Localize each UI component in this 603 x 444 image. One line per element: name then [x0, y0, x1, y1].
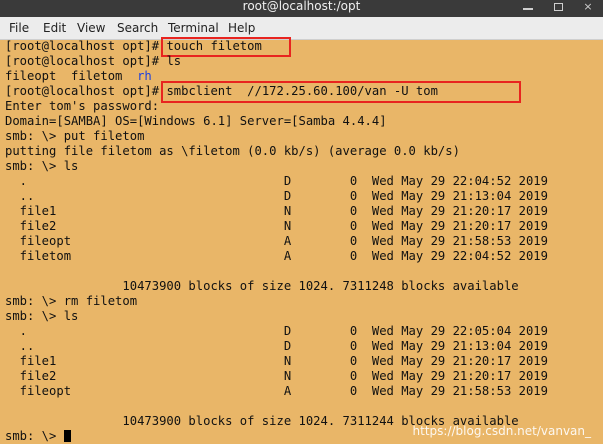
close-button[interactable]: × [573, 0, 603, 13]
output-text: .. D 0 Wed May 29 21:13:04 2019 [5, 189, 548, 203]
minimize-button[interactable] [513, 0, 543, 13]
terminal-line: fileopt filetom rh [5, 69, 152, 84]
output-text: smb: \> [5, 429, 64, 443]
close-icon: × [583, 0, 593, 13]
output-text: smb: \> put filetom [5, 129, 145, 143]
terminal-line: smb: \> [5, 429, 71, 444]
terminal-line: 10473900 blocks of size 1024. 7311248 bl… [5, 279, 519, 294]
output-text: filetom A 0 Wed May 29 22:04:52 2019 [5, 249, 548, 263]
terminal-line: file2 N 0 Wed May 29 21:20:17 2019 [5, 369, 548, 384]
terminal-line: file2 N 0 Wed May 29 21:20:17 2019 [5, 219, 548, 234]
terminal-line: smb: \> ls [5, 309, 78, 324]
terminal-line: Domain=[SAMBA] OS=[Windows 6.1] Server=[… [5, 114, 387, 129]
output-text: file2 N 0 Wed May 29 21:20:17 2019 [5, 369, 548, 383]
terminal-line: filetom A 0 Wed May 29 22:04:52 2019 [5, 249, 548, 264]
output-text: Enter tom's password: [5, 99, 160, 113]
shell-command: ls [166, 54, 182, 68]
terminal-line: 10473900 blocks of size 1024. 7311244 bl… [5, 414, 519, 429]
shell-prompt: [root@localhost opt]# [5, 39, 167, 53]
output-text: fileopt A 0 Wed May 29 21:58:53 2019 [5, 384, 548, 398]
output-text: . D 0 Wed May 29 22:04:52 2019 [5, 174, 548, 188]
maximize-icon [553, 2, 563, 11]
minimize-icon [523, 7, 533, 10]
output-text: file1 N 0 Wed May 29 21:20:17 2019 [5, 204, 548, 218]
menu-view[interactable]: View [77, 21, 105, 35]
terminal-line: .. D 0 Wed May 29 21:13:04 2019 [5, 189, 548, 204]
ls-directory-entry: rh [137, 69, 152, 83]
terminal-line: fileopt A 0 Wed May 29 21:58:53 2019 [5, 234, 548, 249]
window-controls: × [513, 0, 603, 13]
output-text: fileopt A 0 Wed May 29 21:58:53 2019 [5, 234, 548, 248]
output-text: smb: \> rm filetom [5, 294, 138, 308]
terminal-line: [root@localhost opt]# ls [5, 54, 181, 69]
output-text: smb: \> ls [5, 159, 79, 173]
output-text: .. D 0 Wed May 29 21:13:04 2019 [5, 339, 548, 353]
output-text: 10473900 blocks of size 1024. 7311248 bl… [5, 279, 519, 293]
shell-prompt: [root@localhost opt]# [5, 84, 167, 98]
terminal-line: . D 0 Wed May 29 22:05:04 2019 [5, 324, 548, 339]
terminal-line: . D 0 Wed May 29 22:04:52 2019 [5, 174, 548, 189]
shell-prompt: [root@localhost opt]# [5, 54, 167, 68]
maximize-button[interactable] [543, 0, 573, 13]
terminal-line: smb: \> ls [5, 159, 78, 174]
terminal-line: [root@localhost opt]# touch filetom [5, 39, 262, 54]
output-text: file2 N 0 Wed May 29 21:20:17 2019 [5, 219, 548, 233]
terminal-output[interactable]: https://blog.csdn.net/vanvan_ [root@loca… [0, 37, 603, 444]
shell-command: smbclient //172.25.60.100/van -U tom [166, 84, 438, 98]
terminal-line: file1 N 0 Wed May 29 21:20:17 2019 [5, 204, 548, 219]
menu-bar: File Edit View Search Terminal Help [0, 17, 603, 40]
window-titlebar[interactable]: root@localhost:/opt × [0, 0, 603, 17]
terminal-line: .. D 0 Wed May 29 21:13:04 2019 [5, 339, 548, 354]
output-text: file1 N 0 Wed May 29 21:20:17 2019 [5, 354, 548, 368]
ls-file-entry: fileopt filetom [5, 69, 138, 83]
menu-help[interactable]: Help [228, 21, 255, 35]
terminal-line: [root@localhost opt]# smbclient //172.25… [5, 84, 438, 99]
terminal-line: smb: \> put filetom [5, 129, 144, 144]
terminal-line: putting file filetom as \filetom (0.0 kb… [5, 144, 460, 159]
menu-file[interactable]: File [9, 21, 29, 35]
output-text: . D 0 Wed May 29 22:05:04 2019 [5, 324, 548, 338]
output-text: putting file filetom as \filetom (0.0 kb… [5, 144, 460, 158]
menu-search[interactable]: Search [117, 21, 158, 35]
terminal-line: file1 N 0 Wed May 29 21:20:17 2019 [5, 354, 548, 369]
text-cursor [63, 430, 71, 442]
terminal-line: fileopt A 0 Wed May 29 21:58:53 2019 [5, 384, 548, 399]
output-text: Domain=[SAMBA] OS=[Windows 6.1] Server=[… [5, 114, 387, 128]
shell-command: touch filetom [166, 39, 262, 53]
menu-terminal[interactable]: Terminal [168, 21, 219, 35]
output-text: smb: \> ls [5, 309, 79, 323]
terminal-line: smb: \> rm filetom [5, 294, 137, 309]
menu-edit[interactable]: Edit [43, 21, 66, 35]
output-text: 10473900 blocks of size 1024. 7311244 bl… [5, 414, 519, 428]
terminal-line: Enter tom's password: [5, 99, 159, 114]
